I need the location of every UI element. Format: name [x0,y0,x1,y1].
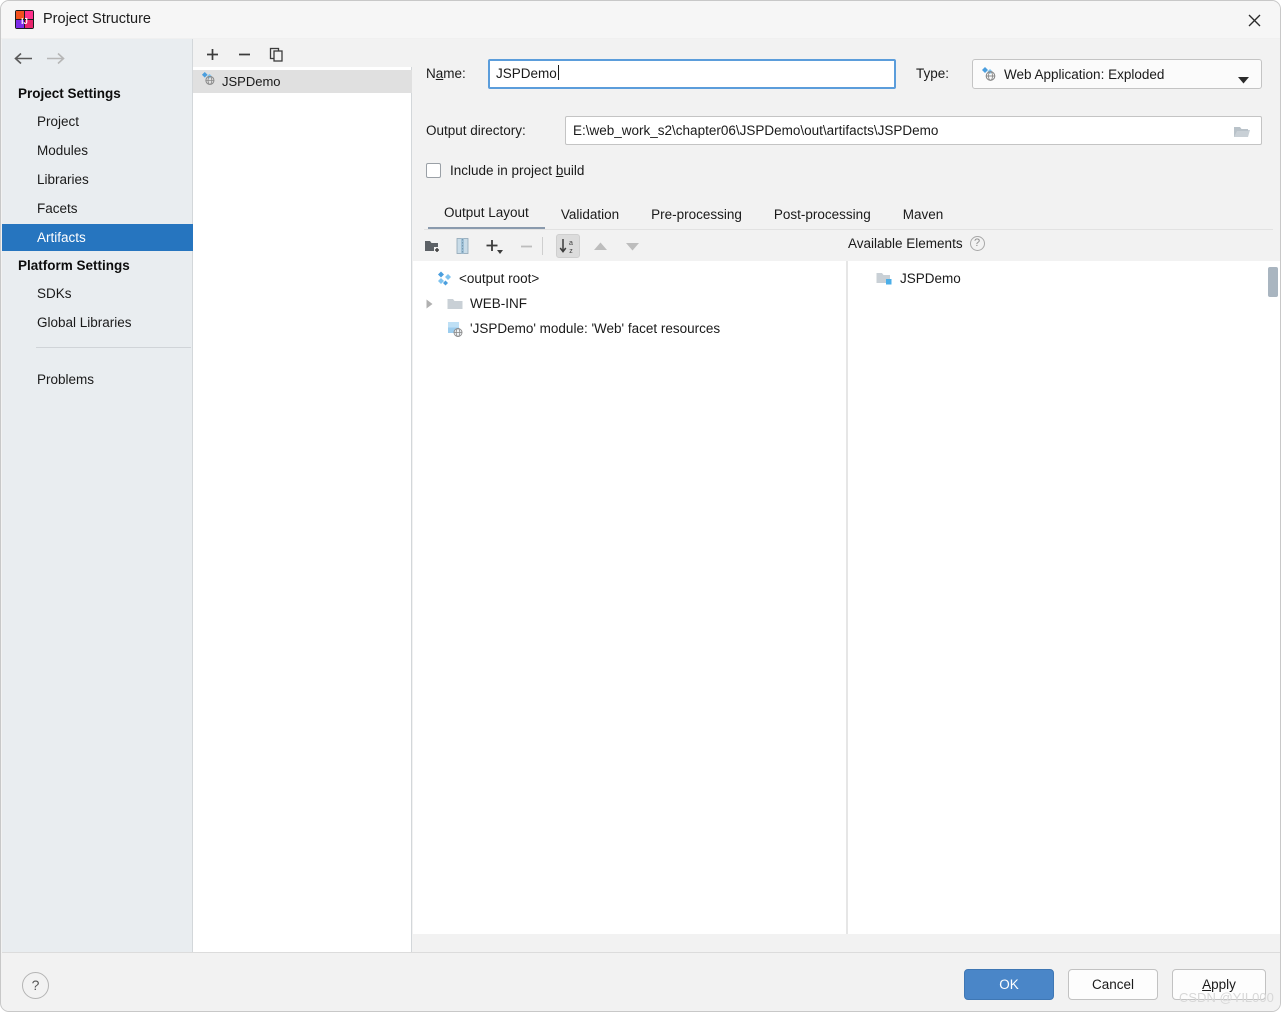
sidebar-item-problems[interactable]: Problems [2,366,193,393]
available-elements-tree: JSPDemo [848,261,1281,934]
include-in-project-build-checkbox[interactable]: Include in project build [426,163,584,178]
chevron-right-icon[interactable] [421,296,437,312]
ok-button[interactable]: OK [964,969,1054,1000]
artifacts-list-panel: JSPDemo [193,39,412,952]
sidebar-group-project-settings: Project Settings [2,86,193,101]
navigation-arrows [2,39,193,75]
available-elements-title: Available Elements [848,236,963,251]
dialog-footer: ? OK Cancel Apply [2,952,1280,1011]
plus-dropdown-icon[interactable] [482,234,506,258]
tree-row[interactable]: WEB-INF [413,291,854,316]
artifact-type-select[interactable]: Web Application: Exploded [972,59,1262,89]
artifact-editor: Name: JSPDemo Type: Web Application: Exp… [412,39,1281,952]
available-element-label: JSPDemo [900,271,961,286]
toolbar-divider [542,237,543,255]
intellij-idea-logo-icon: IJ [15,10,34,29]
question-mark-icon[interactable]: ? [970,236,985,251]
output-directory-input[interactable]: E:\web_work_s2\chapter06\JSPDemo\out\art… [565,116,1262,145]
svg-text:IJ: IJ [21,17,28,26]
arrow-right-icon[interactable] [44,47,66,69]
tabs-divider [424,229,1273,230]
svg-text:a: a [569,240,573,247]
output-directory-value: E:\web_work_s2\chapter06\JSPDemo\out\art… [573,123,938,138]
archive-icon[interactable] [450,234,474,258]
sidebar-item-sdks[interactable]: SDKs [2,280,193,307]
checkbox-box [426,163,441,178]
sidebar-item-modules[interactable]: Modules [2,137,193,164]
tree-item-label: WEB-INF [470,296,527,311]
module-icon [876,271,893,286]
tab-validation[interactable]: Validation [545,207,635,229]
arrow-down-icon [620,234,644,258]
sidebar-item-artifacts[interactable]: Artifacts [2,224,193,251]
artifact-list-item[interactable]: JSPDemo [193,70,412,93]
project-structure-dialog: IJ Project Structure [0,0,1281,1012]
sidebar-item-project[interactable]: Project [2,108,193,135]
sidebar-divider [36,347,191,348]
artifacts-toolbar [193,39,412,67]
new-folder-icon[interactable] [420,234,444,258]
output-directory-label: Output directory: [426,123,526,138]
sort-az-icon[interactable]: a z [556,234,580,258]
tree-item-label: <output root> [459,271,539,286]
sidebar-item-facets[interactable]: Facets [2,195,193,222]
copy-artifact-button[interactable] [265,43,287,65]
web-application-icon [981,66,997,82]
output-root-icon [437,271,452,286]
chevron-down-icon [1238,72,1249,87]
close-icon[interactable] [1226,1,1281,39]
watermark: CSDN @YIL000 [1179,990,1274,1005]
tab-post-processing[interactable]: Post-processing [758,207,887,229]
sidebar-item-global-libraries[interactable]: Global Libraries [2,309,193,336]
folder-open-icon[interactable] [1229,122,1255,140]
help-button[interactable]: ? [22,972,49,999]
include-in-project-build-label: Include in project build [450,163,584,178]
remove-artifact-button[interactable] [233,43,255,65]
arrow-left-icon[interactable] [12,47,34,69]
tree-item-label: 'JSPDemo' module: 'Web' facet resources [470,321,720,336]
add-artifact-button[interactable] [201,43,223,65]
tree-toggle-placeholder [421,271,437,287]
window-title: Project Structure [43,11,151,27]
output-layout-toolbar: a z [412,231,1281,261]
tree-row[interactable]: JSPDemo [848,266,1281,291]
output-layout-tree: <output root> WEB-INF [413,261,846,934]
artifact-name-value: JSPDemo [496,66,557,81]
available-elements-header: Available Elements ? [848,236,985,251]
sidebar-group-platform-settings: Platform Settings [2,258,193,273]
name-label: Name: [426,66,466,81]
settings-sidebar: Project Settings Project Modules Librari… [2,39,193,952]
artifact-tabs: Output Layout Validation Pre-processing … [428,197,1273,229]
svg-text:z: z [569,248,573,254]
cancel-button[interactable]: Cancel [1068,969,1158,1000]
minus-icon [514,234,538,258]
artifact-item-label: JSPDemo [222,70,281,93]
folder-icon [447,297,463,311]
sidebar-item-libraries[interactable]: Libraries [2,166,193,193]
tab-pre-processing[interactable]: Pre-processing [635,207,758,229]
facet-resources-icon [447,321,463,337]
tree-row[interactable]: 'JSPDemo' module: 'Web' facet resources [413,316,880,341]
artifact-type-value: Web Application: Exploded [1004,67,1164,82]
type-label: Type: [916,66,949,81]
web-application-icon [201,70,216,93]
title-bar: IJ Project Structure [1,1,1281,39]
arrow-up-icon [588,234,612,258]
tree-row[interactable]: <output root> [413,266,854,291]
tab-output-layout[interactable]: Output Layout [428,205,545,229]
tab-maven[interactable]: Maven [887,207,960,229]
text-caret [558,65,559,80]
artifact-name-input[interactable]: JSPDemo [488,59,896,89]
